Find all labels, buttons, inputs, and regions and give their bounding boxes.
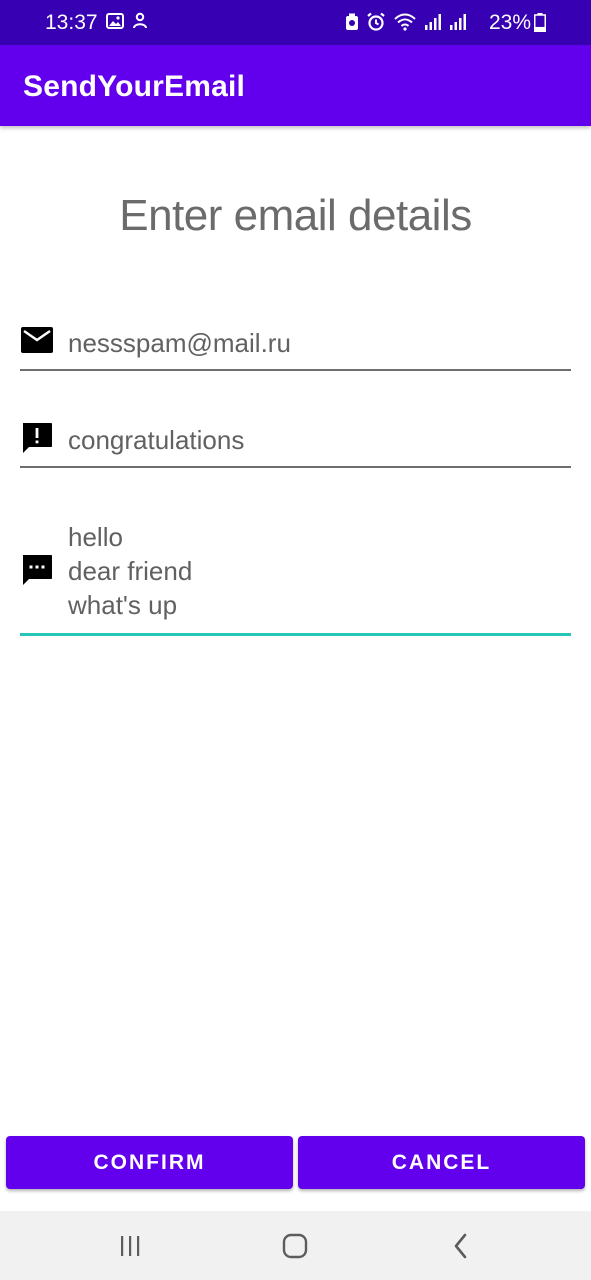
email-field-value[interactable]: nessspam@mail.ru xyxy=(68,326,291,360)
message-field[interactable]: hello dear friend what's up xyxy=(20,518,571,638)
home-icon[interactable] xyxy=(275,1231,315,1261)
status-bar: 13:37 23% xyxy=(0,0,591,45)
email-icon xyxy=(21,327,53,358)
notification-person-icon xyxy=(132,12,148,35)
signal-icon xyxy=(449,13,467,36)
cancel-button[interactable]: CANCEL xyxy=(298,1136,585,1189)
status-left-icons xyxy=(106,12,148,35)
battery-percent: 23% xyxy=(488,11,531,34)
subject-field-underline xyxy=(20,466,571,468)
message-field-value[interactable]: hello dear friend what's up xyxy=(68,520,192,622)
message-field-underline-focused xyxy=(20,633,571,636)
back-icon[interactable] xyxy=(441,1231,481,1261)
signal-icon xyxy=(424,13,442,36)
app-title: SendYourEmail xyxy=(23,70,246,103)
alarm-icon xyxy=(366,12,386,37)
battery-icon xyxy=(534,13,546,37)
page-title: Enter email details xyxy=(119,191,472,240)
subject-field[interactable]: congratulations xyxy=(20,420,571,470)
email-field[interactable]: nessspam@mail.ru xyxy=(20,322,571,372)
app-bar: SendYourEmail xyxy=(0,45,591,126)
wifi-icon xyxy=(393,13,417,36)
email-field-underline xyxy=(20,369,571,371)
battery-saver-icon xyxy=(345,13,359,36)
recents-icon[interactable] xyxy=(110,1231,150,1261)
status-time: 13:37 xyxy=(45,11,98,34)
message-icon xyxy=(21,554,53,591)
confirm-button[interactable]: CONFIRM xyxy=(6,1136,293,1189)
image-icon xyxy=(106,13,124,34)
navigation-bar xyxy=(0,1211,591,1280)
feedback-icon xyxy=(21,422,53,459)
status-right-icons xyxy=(345,12,467,37)
subject-field-value[interactable]: congratulations xyxy=(68,423,244,457)
